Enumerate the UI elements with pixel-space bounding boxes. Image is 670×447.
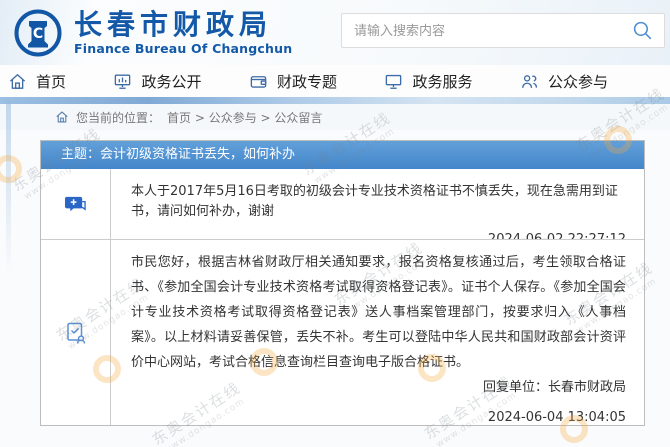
nav-item-finance-topics[interactable]: 财政专题: [249, 71, 337, 92]
participation-icon: [520, 72, 539, 91]
search-input[interactable]: [342, 23, 632, 38]
breadcrumb-home-icon: [55, 110, 69, 124]
nav-label: 公众参与: [548, 71, 608, 92]
nav-item-participation[interactable]: 公众参与: [520, 71, 608, 92]
reply-row: 市民您好，根据吉林省财政厅相关通知要求，报名资格复核通过后，考生领取合格证书、《…: [41, 240, 644, 425]
nav-item-disclosure[interactable]: 政务公开: [113, 71, 201, 92]
finance-topics-icon: [249, 72, 268, 91]
main-nav: 首页 政务公开 财政专题 政务服务: [0, 65, 670, 97]
nav-label: 政务公开: [141, 71, 201, 92]
site-header: C 长春市财政局 Finance Bureau Of Changchun: [0, 0, 670, 65]
breadcrumb-path[interactable]: 首页 > 公众参与 > 公众留言: [167, 109, 322, 126]
reply-content-cell: 市民您好，根据吉林省财政厅相关通知要求，报名资格复核通过后，考生领取合格证书、《…: [111, 240, 644, 425]
question-icon-cell: [41, 169, 111, 239]
message-bubble-icon: [64, 194, 87, 215]
breadcrumb-label: 您当前的位置：: [76, 109, 160, 126]
nav-item-services[interactable]: 政务服务: [384, 71, 472, 92]
site-title-english: Finance Bureau Of Changchun: [74, 41, 292, 56]
search-icon[interactable]: [632, 20, 653, 41]
reply-date: 2024-06-04 13:04:05: [131, 410, 626, 425]
question-date: 2024-06-02 22:27:12: [131, 232, 626, 239]
search-box[interactable]: [341, 13, 665, 48]
nav-label: 政务服务: [412, 71, 472, 92]
document-check-icon: [65, 321, 87, 345]
site-title: 长春市财政局: [74, 9, 292, 41]
nav-divider-band: [0, 97, 670, 104]
nav-label: 首页: [36, 71, 66, 92]
breadcrumb: 您当前的位置： 首页 > 公众参与 > 公众留言: [0, 104, 670, 130]
reply-icon-cell: [41, 240, 111, 425]
page: C 长春市财政局 Finance Bureau Of Changchun 首页: [0, 0, 670, 447]
home-icon: [8, 72, 27, 91]
disclosure-icon: [113, 72, 132, 91]
message-card: 主题：会计初级资格证书丢失，如何补办 本人于2017年5月16日考取的初级会计专…: [40, 140, 645, 426]
watermark-logo-ring: [0, 155, 22, 183]
services-icon: [384, 72, 403, 91]
site-logo[interactable]: C: [13, 8, 63, 58]
question-text: 本人于2017年5月16日考取的初级会计专业技术资格证书不慎丢失，现在急需用到证…: [131, 182, 626, 222]
message-subject-bar: 主题：会计初级资格证书丢失，如何补办: [41, 141, 644, 169]
question-row: 本人于2017年5月16日考取的初级会计专业技术资格证书不慎丢失，现在急需用到证…: [41, 169, 644, 240]
nav-label: 财政专题: [277, 71, 337, 92]
bureau-emblem-icon: C: [13, 8, 63, 58]
svg-text:C: C: [33, 26, 43, 42]
site-title-block: 长春市财政局 Finance Bureau Of Changchun: [74, 9, 292, 56]
reply-unit: 回复单位：长春市财政局: [131, 376, 626, 395]
question-content-cell: 本人于2017年5月16日考取的初级会计专业技术资格证书不慎丢失，现在急需用到证…: [111, 169, 644, 239]
nav-item-home[interactable]: 首页: [8, 71, 66, 92]
reply-text: 市民您好，根据吉林省财政厅相关通知要求，报名资格复核通过后，考生领取合格证书、《…: [131, 250, 626, 375]
left-edge-decoration: [6, 100, 11, 275]
